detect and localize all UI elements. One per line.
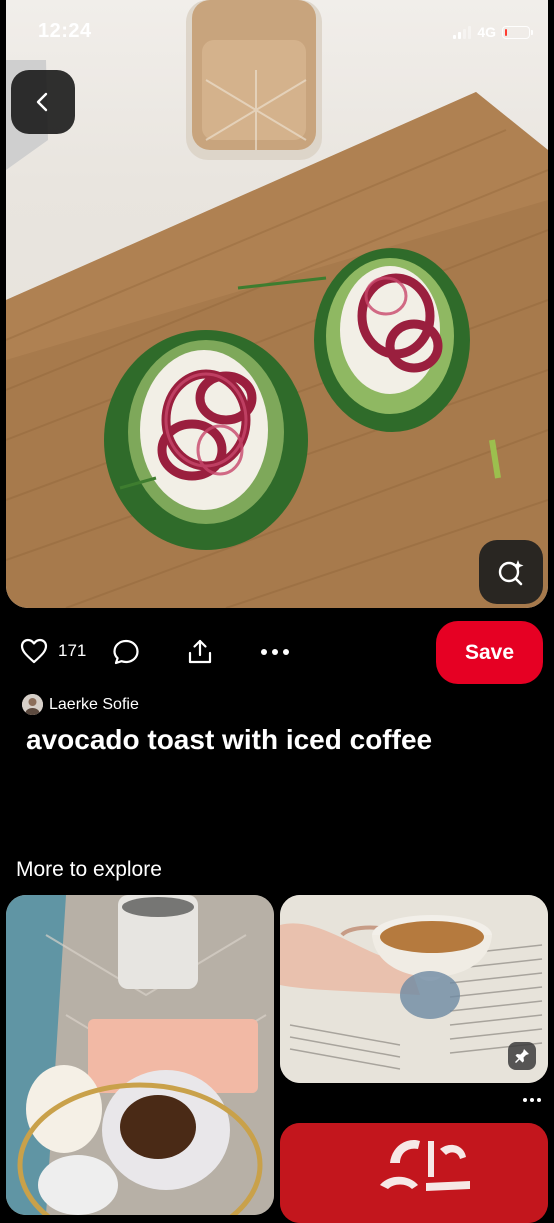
pin-badge [508, 1042, 536, 1070]
status-bar: 12:24 4G [0, 0, 554, 66]
more-options-button[interactable] [260, 644, 290, 660]
status-time: 12:24 [38, 20, 92, 42]
save-button[interactable]: Save [436, 621, 543, 684]
chevron-left-icon [36, 92, 48, 112]
pin-image-illustration [6, 0, 548, 608]
explore-card-coffee-pourover[interactable] [6, 895, 274, 1215]
pin-icon [515, 1049, 529, 1063]
battery-icon [502, 25, 533, 39]
more-to-explore-heading: More to explore [16, 858, 162, 881]
explore-card-image [6, 895, 274, 1215]
author-name: Laerke Sofie [49, 695, 139, 713]
comment-icon [113, 639, 139, 665]
like-count: 171 [58, 641, 87, 660]
avatar [22, 694, 43, 715]
more-dots-icon [261, 649, 289, 655]
battery-level [505, 28, 507, 36]
heart-icon [20, 638, 48, 664]
share-icon [188, 639, 212, 664]
network-type: 4G [477, 24, 496, 40]
visual-search-button[interactable] [479, 540, 543, 604]
back-button[interactable] [11, 70, 75, 134]
explore-card-image [280, 1123, 548, 1223]
pin-image[interactable] [6, 0, 548, 608]
signal-icon [453, 25, 472, 39]
card-more-button[interactable] [520, 1090, 544, 1110]
status-indicators: 4G [453, 24, 533, 40]
author-link[interactable]: Laerke Sofie [22, 694, 139, 715]
share-button[interactable] [186, 638, 214, 666]
avatar-image [22, 694, 43, 715]
comment-button[interactable] [112, 638, 140, 666]
explore-card-red-poster[interactable] [280, 1123, 548, 1223]
lens-search-icon [498, 560, 524, 586]
pin-title: avocado toast with iced coffee [26, 724, 433, 755]
like-button[interactable]: 171 [20, 638, 86, 664]
pin-action-bar: 171 Save [0, 620, 554, 686]
